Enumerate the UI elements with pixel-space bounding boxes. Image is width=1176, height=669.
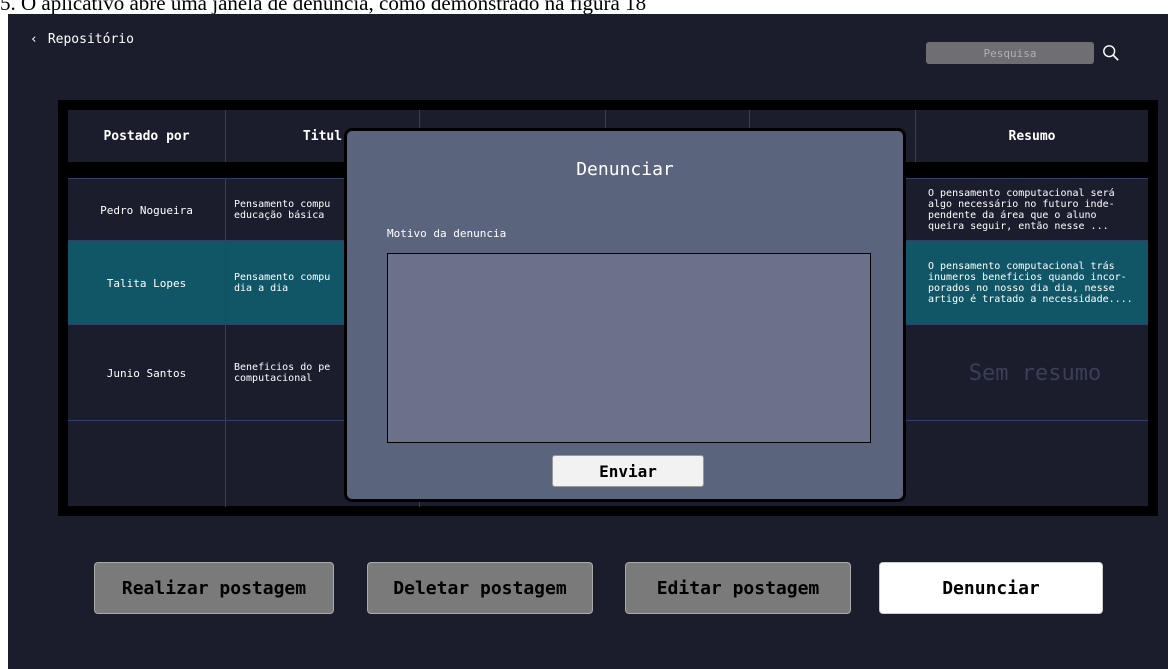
delete-post-button[interactable]: Deletar postagem — [367, 562, 593, 614]
cell-summary: O pensamento computacional será algo nec… — [928, 188, 1115, 232]
cell-summary: O pensamento computacional trás inumeros… — [928, 261, 1133, 305]
cell-summary-empty: Sem resumo — [968, 360, 1102, 386]
cell-author: Talita Lopes — [68, 241, 226, 325]
edit-post-button[interactable]: Editar postagem — [625, 562, 851, 614]
cell-summary — [916, 421, 1148, 507]
report-button[interactable]: Denunciar — [879, 562, 1103, 614]
cell-author — [68, 421, 226, 507]
document-caption: 5. O aplicativo abre uma janela de denún… — [0, 0, 647, 14]
reason-textarea[interactable] — [387, 253, 871, 443]
cell-author: Junio Santos — [68, 325, 226, 421]
search-bar — [926, 42, 1120, 64]
send-button[interactable]: Enviar — [552, 455, 704, 487]
header-posted-by: Postado por — [68, 110, 226, 162]
search-icon[interactable] — [1102, 44, 1120, 62]
dialog-title: Denunciar — [576, 159, 674, 180]
reason-label: Motivo da denuncia — [387, 227, 507, 240]
cell-author: Pedro Nogueira — [68, 179, 226, 241]
back-button[interactable]: ‹ Repositório — [30, 32, 134, 47]
chevron-left-icon: ‹ — [30, 32, 38, 47]
back-label: Repositório — [47, 32, 134, 47]
header-summary: Resumo — [1008, 128, 1056, 144]
action-bar: Realizar postagem Deletar postagem Edita… — [8, 562, 1168, 614]
search-input[interactable] — [926, 42, 1094, 64]
report-dialog: Denunciar Motivo da denuncia Enviar — [344, 128, 906, 502]
create-post-button[interactable]: Realizar postagem — [94, 562, 334, 614]
app-window: ‹ Repositório Postado por Titul Resumo P… — [8, 14, 1168, 669]
